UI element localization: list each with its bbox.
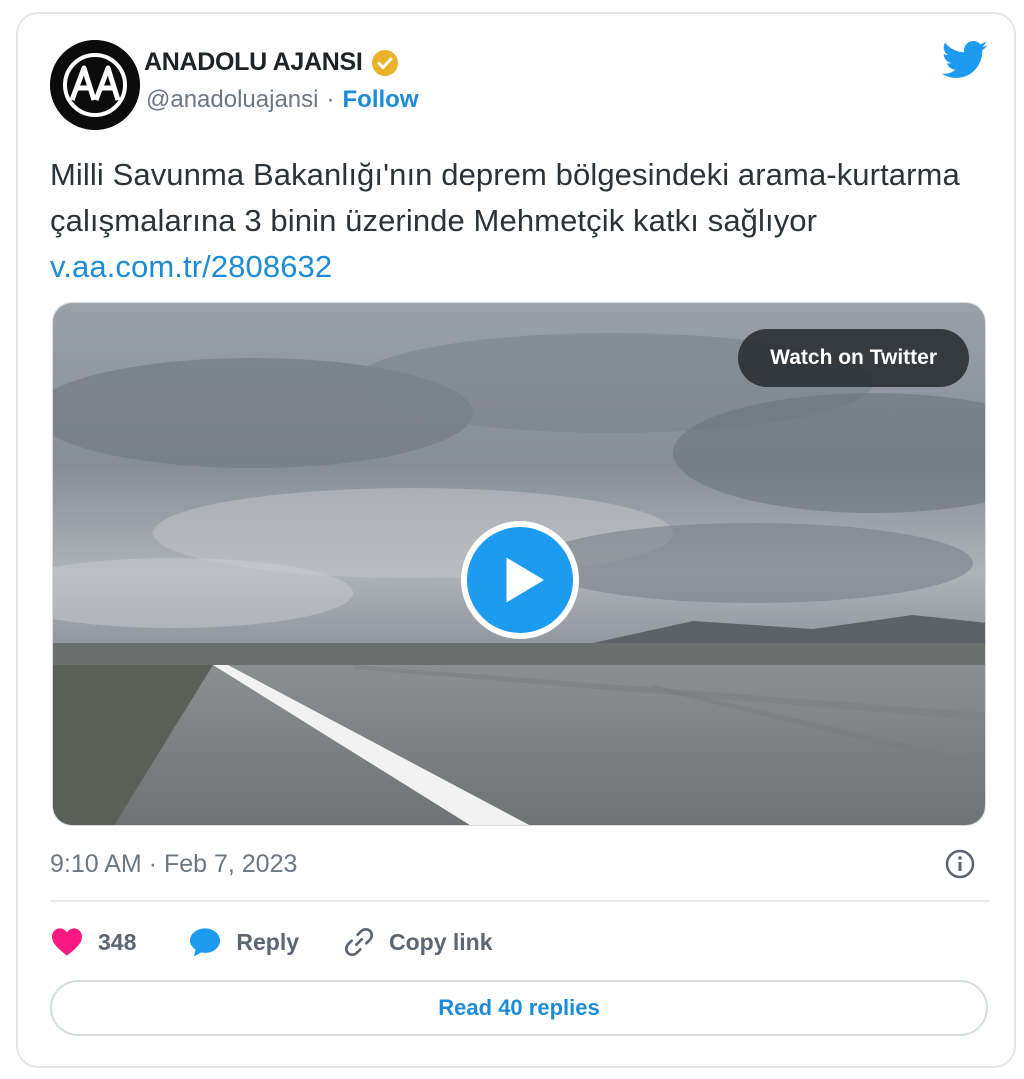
follow-button[interactable]: Follow xyxy=(343,86,419,114)
tweet-body: Milli Savunma Bakanlığı'nın deprem bölge… xyxy=(50,157,960,238)
copy-link-label: Copy link xyxy=(389,928,493,955)
author-name[interactable]: ANADOLU AJANSI xyxy=(144,48,363,77)
info-icon[interactable] xyxy=(944,848,976,880)
play-button[interactable] xyxy=(461,521,579,639)
divider xyxy=(50,900,990,902)
play-icon xyxy=(506,557,544,603)
like-count: 348 xyxy=(98,928,137,955)
reply-label: Reply xyxy=(236,928,300,955)
heart-icon xyxy=(52,928,82,956)
twitter-bird-icon[interactable] xyxy=(942,40,988,80)
tweet-link[interactable]: v.aa.com.tr/2808632 xyxy=(50,249,332,284)
tweet-actions: 348 Reply Copy link xyxy=(50,920,493,964)
avatar[interactable] xyxy=(50,40,140,130)
link-icon xyxy=(344,927,374,957)
video-player[interactable]: Watch on Twitter xyxy=(52,302,986,826)
tweet-card: ANADOLU AJANSI @anadoluajansi · Follow M… xyxy=(16,12,1016,1068)
tweet-timestamp[interactable]: 9:10 AM · Feb 7, 2023 xyxy=(50,850,297,879)
handle-separator: · xyxy=(326,86,335,113)
reply-bubble-icon xyxy=(190,928,221,957)
copy-link-button[interactable]: Copy link xyxy=(343,926,493,958)
read-replies-button[interactable]: Read 40 replies xyxy=(50,980,988,1036)
reply-button[interactable]: Reply xyxy=(188,927,299,957)
verified-badge-icon xyxy=(371,49,399,77)
author-handle[interactable]: @anadoluajansi xyxy=(146,86,319,114)
like-button[interactable]: 348 xyxy=(50,927,136,957)
tweet-text: Milli Savunma Bakanlığı'nın deprem bölge… xyxy=(50,152,980,290)
watch-on-twitter-button[interactable]: Watch on Twitter xyxy=(738,329,969,387)
author-name-row: ANADOLU AJANSI xyxy=(144,48,399,77)
handle-row: @anadoluajansi · Follow xyxy=(146,86,418,114)
anadolu-logo-icon xyxy=(50,40,140,130)
